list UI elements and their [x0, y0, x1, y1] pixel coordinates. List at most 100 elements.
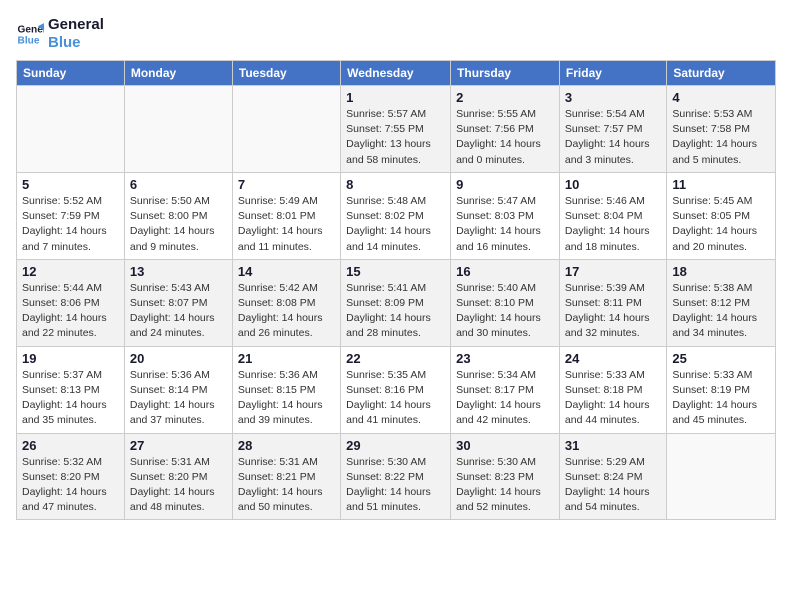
logo-icon: General Blue	[16, 20, 44, 48]
calendar-empty-cell	[124, 86, 232, 173]
weekday-header-monday: Monday	[124, 61, 232, 86]
day-number: 10	[565, 177, 661, 192]
day-number: 11	[672, 177, 770, 192]
day-number: 20	[130, 351, 227, 366]
calendar-day-16: 16 Sunrise: 5:40 AMSunset: 8:10 PMDayligh…	[451, 259, 560, 346]
calendar-day-23: 23 Sunrise: 5:34 AMSunset: 8:17 PMDayligh…	[451, 346, 560, 433]
calendar-day-22: 22 Sunrise: 5:35 AMSunset: 8:16 PMDayligh…	[341, 346, 451, 433]
day-info: Sunrise: 5:36 AMSunset: 8:15 PMDaylight:…	[238, 368, 335, 429]
day-info: Sunrise: 5:50 AMSunset: 8:00 PMDaylight:…	[130, 194, 227, 255]
logo-general: General	[48, 16, 104, 34]
day-info: Sunrise: 5:32 AMSunset: 8:20 PMDaylight:…	[22, 455, 119, 516]
day-number: 8	[346, 177, 445, 192]
day-info: Sunrise: 5:53 AMSunset: 7:58 PMDaylight:…	[672, 107, 770, 168]
day-info: Sunrise: 5:48 AMSunset: 8:02 PMDaylight:…	[346, 194, 445, 255]
calendar-day-9: 9 Sunrise: 5:47 AMSunset: 8:03 PMDaylight…	[451, 172, 560, 259]
day-info: Sunrise: 5:43 AMSunset: 8:07 PMDaylight:…	[130, 281, 227, 342]
day-number: 16	[456, 264, 554, 279]
calendar-day-25: 25 Sunrise: 5:33 AMSunset: 8:19 PMDayligh…	[667, 346, 776, 433]
calendar-day-18: 18 Sunrise: 5:38 AMSunset: 8:12 PMDayligh…	[667, 259, 776, 346]
weekday-header-wednesday: Wednesday	[341, 61, 451, 86]
calendar-empty-cell	[232, 86, 340, 173]
calendar-week-row: 12 Sunrise: 5:44 AMSunset: 8:06 PMDayligh…	[17, 259, 776, 346]
day-info: Sunrise: 5:31 AMSunset: 8:21 PMDaylight:…	[238, 455, 335, 516]
day-number: 2	[456, 90, 554, 105]
day-number: 27	[130, 438, 227, 453]
calendar-day-13: 13Sunrise: 5:43 AMSunset: 8:07 PMDayligh…	[124, 259, 232, 346]
day-info: Sunrise: 5:30 AMSunset: 8:23 PMDaylight:…	[456, 455, 554, 516]
calendar-day-11: 11 Sunrise: 5:45 AMSunset: 8:05 PMDayligh…	[667, 172, 776, 259]
calendar-day-17: 17Sunrise: 5:39 AMSunset: 8:11 PMDayligh…	[559, 259, 666, 346]
calendar-day-5: 5 Sunrise: 5:52 AMSunset: 7:59 PMDaylight…	[17, 172, 125, 259]
calendar-day-19: 19 Sunrise: 5:37 AMSunset: 8:13 PMDayligh…	[17, 346, 125, 433]
day-number: 26	[22, 438, 119, 453]
calendar-day-6: 6 Sunrise: 5:50 AMSunset: 8:00 PMDaylight…	[124, 172, 232, 259]
day-info: Sunrise: 5:35 AMSunset: 8:16 PMDaylight:…	[346, 368, 445, 429]
weekday-header-saturday: Saturday	[667, 61, 776, 86]
day-info: Sunrise: 5:41 AMSunset: 8:09 PMDaylight:…	[346, 281, 445, 342]
day-info: Sunrise: 5:36 AMSunset: 8:14 PMDaylight:…	[130, 368, 227, 429]
logo: General Blue General Blue	[16, 16, 104, 52]
calendar-day-15: 15 Sunrise: 5:41 AMSunset: 8:09 PMDayligh…	[341, 259, 451, 346]
calendar-day-7: 7Sunrise: 5:49 AMSunset: 8:01 PMDaylight…	[232, 172, 340, 259]
calendar-day-21: 21 Sunrise: 5:36 AMSunset: 8:15 PMDayligh…	[232, 346, 340, 433]
calendar-empty-cell	[17, 86, 125, 173]
calendar-day-1: 1Sunrise: 5:57 AMSunset: 7:55 PMDaylight…	[341, 86, 451, 173]
weekday-header-tuesday: Tuesday	[232, 61, 340, 86]
calendar-day-27: 27 Sunrise: 5:31 AMSunset: 8:20 PMDayligh…	[124, 433, 232, 520]
day-number: 29	[346, 438, 445, 453]
calendar-day-8: 8 Sunrise: 5:48 AMSunset: 8:02 PMDaylight…	[341, 172, 451, 259]
day-number: 14	[238, 264, 335, 279]
day-info: Sunrise: 5:33 AMSunset: 8:18 PMDaylight:…	[565, 368, 661, 429]
calendar-empty-cell	[667, 433, 776, 520]
day-info: Sunrise: 5:52 AMSunset: 7:59 PMDaylight:…	[22, 194, 119, 255]
day-number: 19	[22, 351, 119, 366]
day-number: 28	[238, 438, 335, 453]
day-number: 15	[346, 264, 445, 279]
day-number: 24	[565, 351, 661, 366]
calendar-day-2: 2 Sunrise: 5:55 AMSunset: 7:56 PMDaylight…	[451, 86, 560, 173]
calendar-day-4: 4 Sunrise: 5:53 AMSunset: 7:58 PMDaylight…	[667, 86, 776, 173]
day-info: Sunrise: 5:30 AMSunset: 8:22 PMDaylight:…	[346, 455, 445, 516]
calendar-week-row: 26 Sunrise: 5:32 AMSunset: 8:20 PMDayligh…	[17, 433, 776, 520]
day-info: Sunrise: 5:54 AMSunset: 7:57 PMDaylight:…	[565, 107, 661, 168]
day-info: Sunrise: 5:46 AMSunset: 8:04 PMDaylight:…	[565, 194, 661, 255]
day-info: Sunrise: 5:34 AMSunset: 8:17 PMDaylight:…	[456, 368, 554, 429]
day-number: 1	[346, 90, 445, 105]
calendar-day-3: 3Sunrise: 5:54 AMSunset: 7:57 PMDaylight…	[559, 86, 666, 173]
day-info: Sunrise: 5:38 AMSunset: 8:12 PMDaylight:…	[672, 281, 770, 342]
day-number: 21	[238, 351, 335, 366]
calendar-day-14: 14 Sunrise: 5:42 AMSunset: 8:08 PMDayligh…	[232, 259, 340, 346]
day-info: Sunrise: 5:47 AMSunset: 8:03 PMDaylight:…	[456, 194, 554, 255]
calendar-week-row: 5 Sunrise: 5:52 AMSunset: 7:59 PMDaylight…	[17, 172, 776, 259]
day-info: Sunrise: 5:42 AMSunset: 8:08 PMDaylight:…	[238, 281, 335, 342]
day-info: Sunrise: 5:37 AMSunset: 8:13 PMDaylight:…	[22, 368, 119, 429]
day-info: Sunrise: 5:29 AMSunset: 8:24 PMDaylight:…	[565, 455, 661, 516]
day-number: 25	[672, 351, 770, 366]
day-number: 7	[238, 177, 335, 192]
day-number: 5	[22, 177, 119, 192]
calendar-day-30: 30Sunrise: 5:30 AMSunset: 8:23 PMDayligh…	[451, 433, 560, 520]
day-number: 18	[672, 264, 770, 279]
calendar-day-10: 10 Sunrise: 5:46 AMSunset: 8:04 PMDayligh…	[559, 172, 666, 259]
day-number: 6	[130, 177, 227, 192]
calendar-day-26: 26 Sunrise: 5:32 AMSunset: 8:20 PMDayligh…	[17, 433, 125, 520]
day-number: 4	[672, 90, 770, 105]
day-info: Sunrise: 5:40 AMSunset: 8:10 PMDaylight:…	[456, 281, 554, 342]
day-info: Sunrise: 5:31 AMSunset: 8:20 PMDaylight:…	[130, 455, 227, 516]
day-info: Sunrise: 5:44 AMSunset: 8:06 PMDaylight:…	[22, 281, 119, 342]
day-info: Sunrise: 5:45 AMSunset: 8:05 PMDaylight:…	[672, 194, 770, 255]
day-number: 9	[456, 177, 554, 192]
day-number: 12	[22, 264, 119, 279]
day-number: 23	[456, 351, 554, 366]
calendar-day-31: 31Sunrise: 5:29 AMSunset: 8:24 PMDayligh…	[559, 433, 666, 520]
day-info: Sunrise: 5:55 AMSunset: 7:56 PMDaylight:…	[456, 107, 554, 168]
calendar-table: SundayMondayTuesdayWednesdayThursdayFrid…	[16, 60, 776, 520]
weekday-header-thursday: Thursday	[451, 61, 560, 86]
calendar-day-24: 24 Sunrise: 5:33 AMSunset: 8:18 PMDayligh…	[559, 346, 666, 433]
page-header: General Blue General Blue	[16, 16, 776, 52]
logo-blue: Blue	[48, 34, 104, 52]
day-number: 22	[346, 351, 445, 366]
day-info: Sunrise: 5:33 AMSunset: 8:19 PMDaylight:…	[672, 368, 770, 429]
calendar-day-29: 29 Sunrise: 5:30 AMSunset: 8:22 PMDayligh…	[341, 433, 451, 520]
